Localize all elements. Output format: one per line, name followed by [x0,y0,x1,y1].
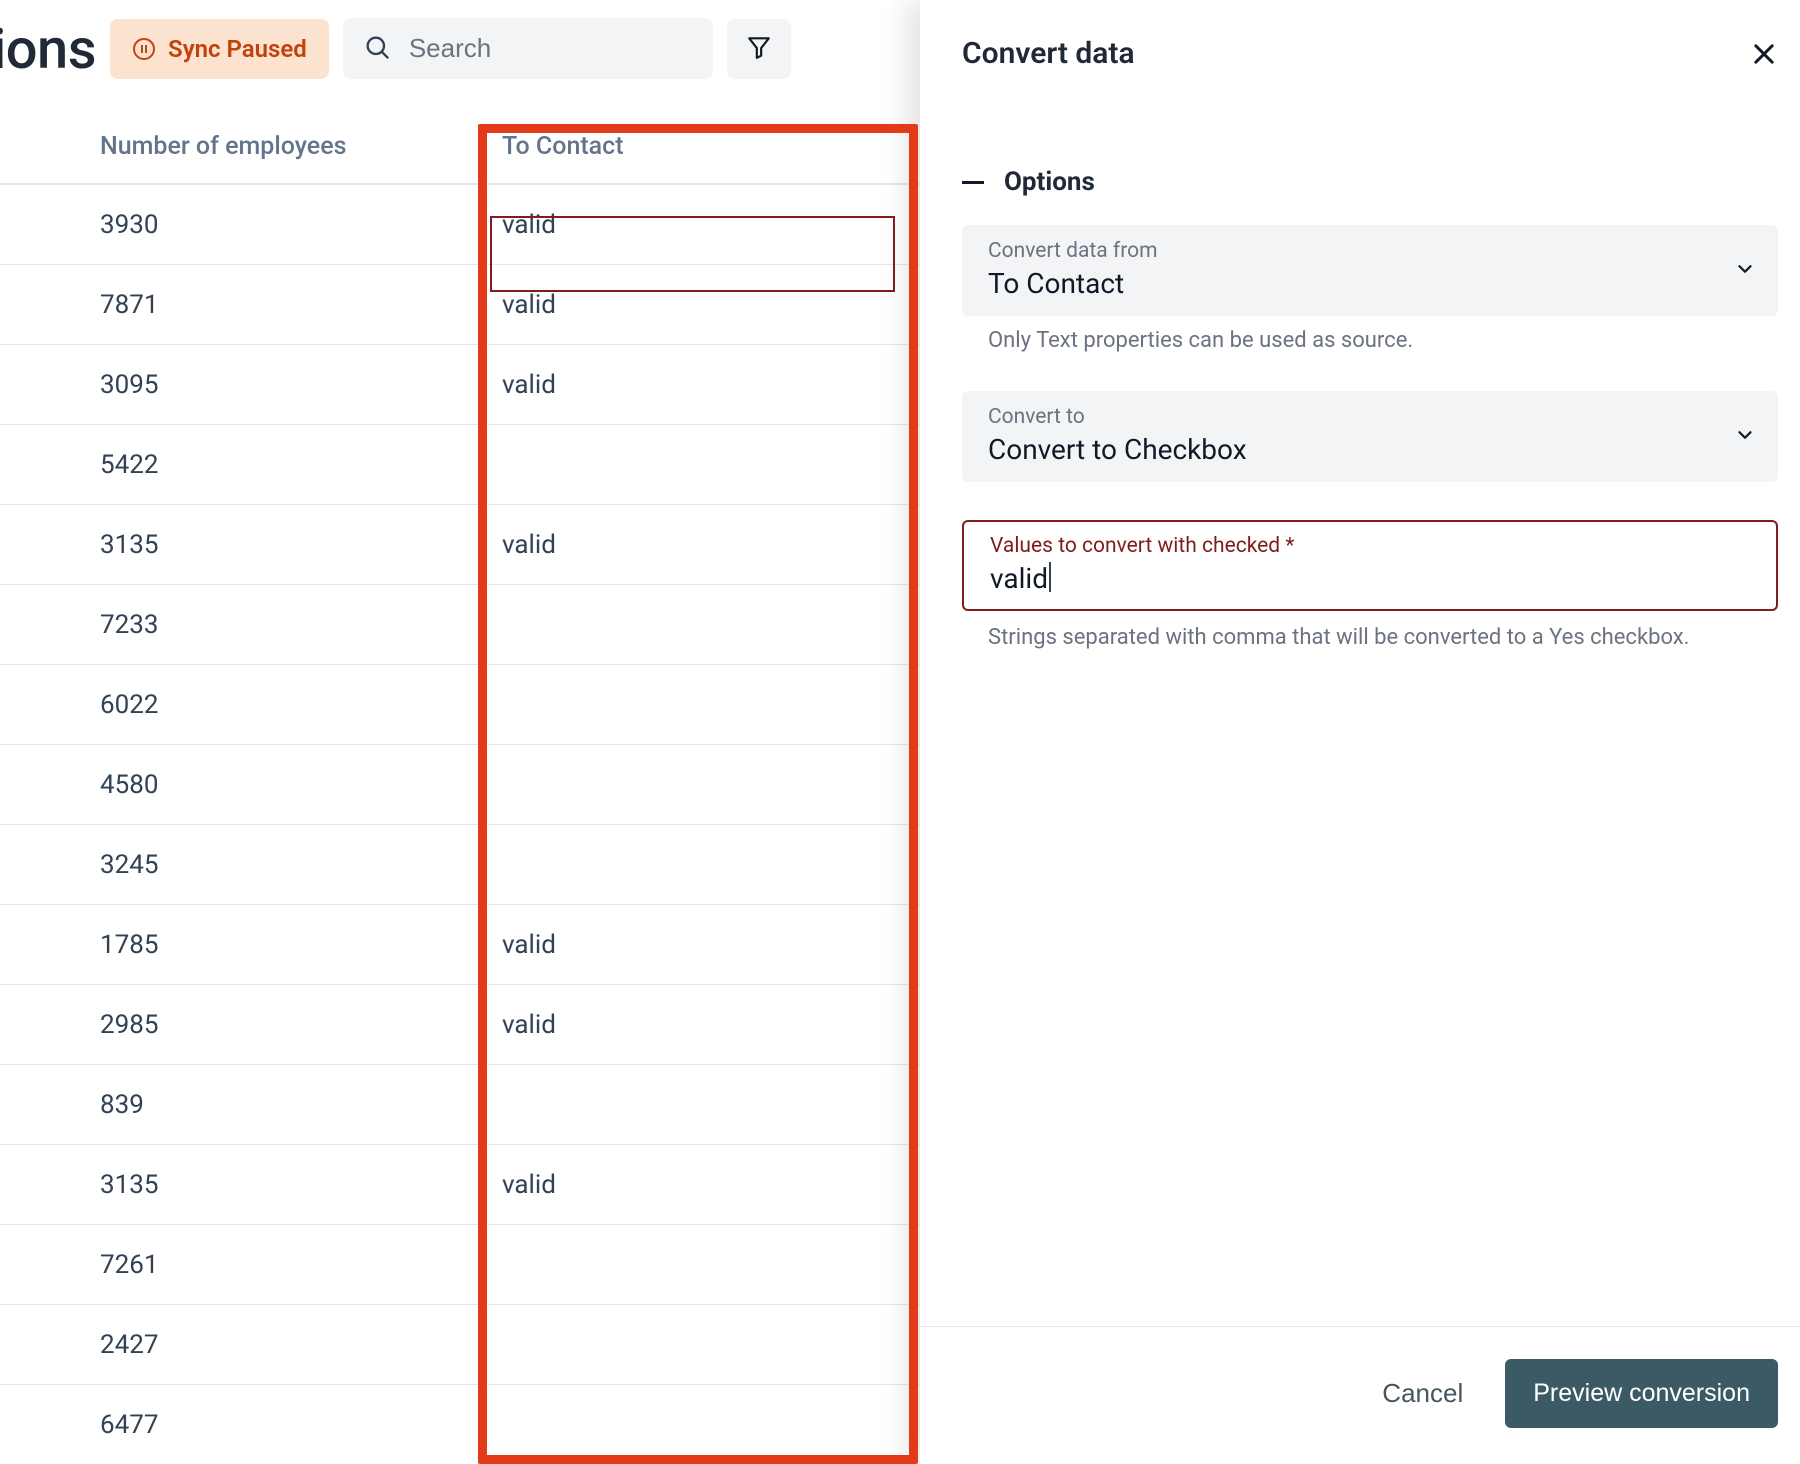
cancel-button[interactable]: Cancel [1376,1377,1469,1410]
text-caret [1049,562,1051,592]
cell-to-contact[interactable]: valid [478,530,556,560]
convert-from-value: To Contact [988,267,1752,300]
values-to-convert-label: Values to convert with checked * [990,534,1750,558]
panel-footer: Cancel Preview conversion [920,1326,1800,1464]
table-row[interactable]: 3930valid [0,185,920,265]
convert-from-select[interactable]: Convert data from To Contact [962,225,1778,316]
page-title: ions [0,21,96,77]
convert-from-label: Convert data from [988,239,1752,263]
table-row[interactable]: 7233 [0,585,920,665]
table-row[interactable]: 3135valid [0,505,920,585]
table-row[interactable]: 3245 [0,825,920,905]
table-row[interactable]: 3095valid [0,345,920,425]
preview-conversion-button[interactable]: Preview conversion [1505,1359,1778,1428]
main-area: ions Sync Paused [0,0,920,1464]
filter-icon [746,34,772,64]
cell-to-contact[interactable]: valid [478,930,556,960]
table-row[interactable]: 2427 [0,1305,920,1385]
cell-employees[interactable]: 4580 [0,770,478,800]
table-row[interactable]: 839 [0,1065,920,1145]
cell-employees[interactable]: 3095 [0,370,478,400]
chevron-down-icon [1734,258,1756,284]
convert-from-helper: Only Text properties can be used as sour… [962,328,1778,353]
column-header-to-contact[interactable]: To Contact [478,132,624,161]
chevron-down-icon [1734,424,1756,450]
table-row[interactable]: 7261 [0,1225,920,1305]
collapse-icon [962,181,984,184]
search-icon [363,33,391,65]
cell-employees[interactable]: 6022 [0,690,478,720]
filter-button[interactable] [727,19,791,79]
column-header-employees[interactable]: Number of employees [0,132,478,161]
table-row[interactable]: 2985valid [0,985,920,1065]
values-to-convert-helper: Strings separated with comma that will b… [962,625,1778,650]
search-input[interactable] [407,32,693,65]
table-row[interactable]: 1785valid [0,905,920,985]
cell-employees[interactable]: 5422 [0,450,478,480]
cell-employees[interactable]: 3135 [0,1170,478,1200]
panel-title: Convert data [962,36,1135,71]
cell-employees[interactable]: 2985 [0,1010,478,1040]
cell-employees[interactable]: 839 [0,1090,478,1120]
values-to-convert-value[interactable]: valid [990,562,1048,595]
convert-to-value: Convert to Checkbox [988,433,1752,466]
data-grid: Number of employees To Contact 3930valid… [0,109,920,1464]
cell-employees[interactable]: 3930 [0,210,478,240]
convert-to-select[interactable]: Convert to Convert to Checkbox [962,391,1778,482]
sync-status-label: Sync Paused [168,35,307,63]
cell-employees[interactable]: 2427 [0,1330,478,1360]
table-row[interactable]: 6022 [0,665,920,745]
convert-to-label: Convert to [988,405,1752,429]
cell-to-contact[interactable]: valid [478,370,556,400]
cell-employees[interactable]: 7871 [0,290,478,320]
table-row[interactable]: 6477 [0,1385,920,1464]
cell-to-contact[interactable]: valid [478,210,556,240]
column-headers: Number of employees To Contact [0,109,920,185]
table-row[interactable]: 7871valid [0,265,920,345]
options-section-label: Options [1004,167,1095,197]
cell-to-contact[interactable]: valid [478,1170,556,1200]
table-row[interactable]: 5422 [0,425,920,505]
table-row[interactable]: 3135valid [0,1145,920,1225]
options-section-toggle[interactable]: Options [962,167,1778,197]
cell-employees[interactable]: 3245 [0,850,478,880]
top-bar: ions Sync Paused [0,0,920,109]
cell-employees[interactable]: 7261 [0,1250,478,1280]
cell-to-contact[interactable]: valid [478,1010,556,1040]
close-button[interactable] [1750,40,1778,68]
cell-to-contact[interactable]: valid [478,290,556,320]
cell-employees[interactable]: 6477 [0,1410,478,1440]
search-box[interactable] [343,18,713,79]
values-to-convert-field[interactable]: Values to convert with checked * valid [962,520,1778,611]
cell-employees[interactable]: 1785 [0,930,478,960]
sync-status-badge[interactable]: Sync Paused [110,19,329,79]
cell-employees[interactable]: 3135 [0,530,478,560]
convert-data-panel: Convert data Options Convert data from [920,0,1800,1464]
close-icon [1750,40,1778,68]
table-row[interactable]: 4580 [0,745,920,825]
cell-employees[interactable]: 7233 [0,610,478,640]
pause-icon [132,37,156,61]
